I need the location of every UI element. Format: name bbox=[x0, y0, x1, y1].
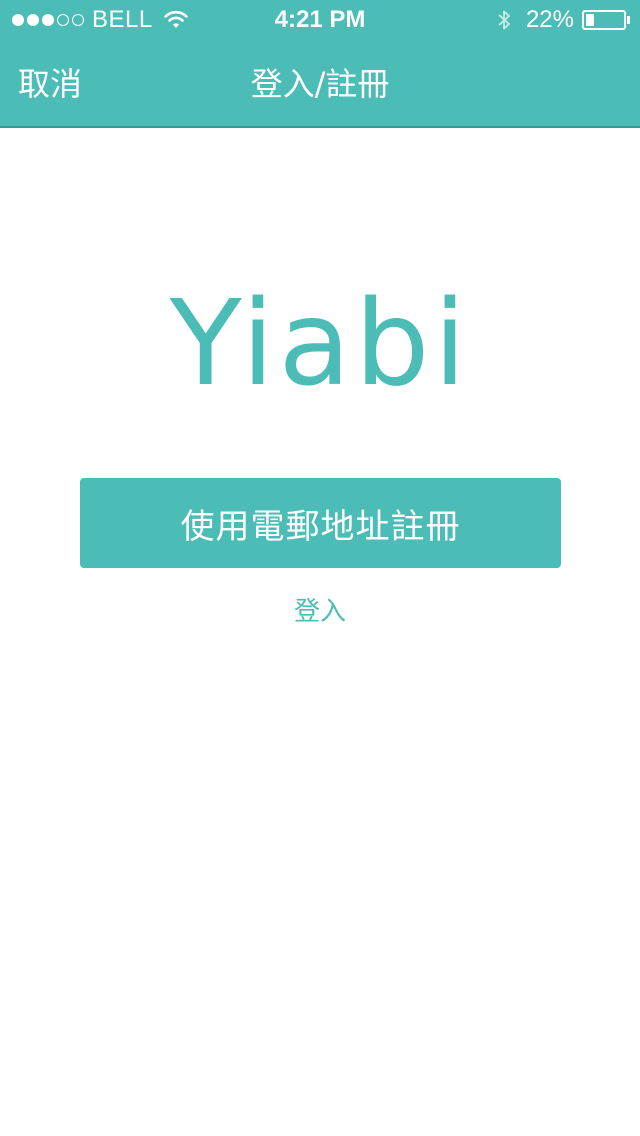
login-link[interactable]: 登入 bbox=[220, 594, 420, 630]
status-right: 22% bbox=[496, 0, 630, 40]
signup-with-email-button[interactable]: 使用電郵地址註冊 bbox=[80, 478, 561, 568]
top-bar: BELL 4:21 PM 22% 取消 登入/註冊 bbox=[0, 0, 640, 128]
battery-icon bbox=[582, 10, 626, 30]
app-logo: Yiabi bbox=[169, 274, 471, 412]
battery-tip bbox=[627, 16, 630, 24]
screen: BELL 4:21 PM 22% 取消 登入/註冊 Yiabi 使用電郵地址註冊… bbox=[0, 0, 640, 1136]
battery-level-fill bbox=[586, 14, 594, 26]
battery-percent: 22% bbox=[525, 6, 574, 33]
bluetooth-icon bbox=[498, 10, 510, 30]
page-title: 登入/註冊 bbox=[250, 65, 390, 103]
navigation-bar: 取消 登入/註冊 bbox=[0, 40, 640, 128]
status-bar: BELL 4:21 PM 22% bbox=[0, 0, 640, 40]
